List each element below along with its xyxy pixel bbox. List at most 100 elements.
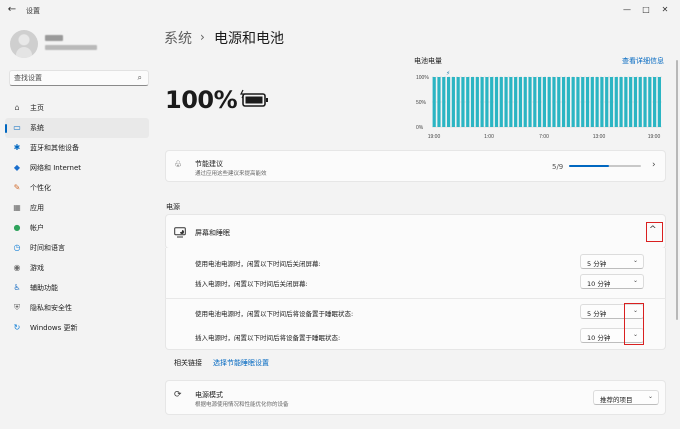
timeout-value: 10 分钟 xyxy=(587,334,611,342)
timeout-value: 10 分钟 xyxy=(587,280,611,288)
charging-bolt-icon: ⚡ xyxy=(446,70,450,77)
sidebar-item-label: 个性化 xyxy=(30,184,51,192)
minimize-button[interactable]: — xyxy=(620,3,634,17)
gaming-icon: ◉ xyxy=(13,263,21,272)
sidebar-item-label: 蓝牙和其他设备 xyxy=(30,144,79,152)
chart-bar xyxy=(451,77,455,127)
chart-bar xyxy=(571,77,575,127)
system-icon: ▭ xyxy=(13,123,21,132)
sidebar-item-label: Windows 更新 xyxy=(30,324,78,332)
power-mode-value: 推荐的项目 xyxy=(600,396,633,404)
battery-charging-icon xyxy=(240,89,268,107)
y-tick-label: 0% xyxy=(416,125,424,131)
energy-sleep-settings-link[interactable]: 选择节能睡眠设置 xyxy=(213,358,269,368)
chart-bar xyxy=(547,77,551,127)
chart-bar xyxy=(600,77,604,127)
sidebar-item-8[interactable]: ◉ 游戏 xyxy=(5,258,149,278)
highlight-box-expand xyxy=(646,222,663,242)
chart-bar xyxy=(619,77,623,127)
sidebar-item-0[interactable]: ⌂ 主页 xyxy=(5,98,149,118)
maximize-button[interactable]: □ xyxy=(639,3,653,17)
power-mode-card: ⟳ 电源模式 根据电源使用情况和性能优化你的设备 推荐的项目 ⌄ xyxy=(165,380,666,415)
chart-bar xyxy=(466,77,470,127)
sidebar-item-1[interactable]: ▭ 系统 xyxy=(5,118,149,138)
chart-bar xyxy=(518,77,523,127)
chart-bar xyxy=(552,77,556,127)
power-mode-subtitle: 根据电源使用情况和性能优化你的设备 xyxy=(195,402,289,408)
chart-bar xyxy=(653,77,657,127)
sidebar-item-label: 系统 xyxy=(30,124,44,132)
view-details-link[interactable]: 查看详细信息 xyxy=(622,56,664,66)
chart-bar xyxy=(528,77,532,127)
chart-bar xyxy=(609,77,614,127)
chart-bar xyxy=(461,77,465,127)
sidebar-item-7[interactable]: ◷ 时间和语言 xyxy=(5,238,149,258)
chevron-right-icon[interactable]: › xyxy=(652,160,656,170)
chart-bar xyxy=(514,77,518,127)
chart-bar xyxy=(638,77,642,127)
sidebar-item-3[interactable]: ◆ 网络和 Internet xyxy=(5,158,149,178)
sidebar-item-label: 时间和语言 xyxy=(30,244,65,252)
account-icon: ● xyxy=(13,223,21,232)
setting-label-2: 使用电池电源时，闲置以下时间后将设备置于睡眠状态: xyxy=(195,310,354,318)
chart-bar xyxy=(566,77,570,127)
window-title: 设置 xyxy=(26,7,40,15)
sidebar-item-2[interactable]: ✱ 蓝牙和其他设备 xyxy=(5,138,149,158)
chart-bar xyxy=(509,77,513,127)
screen-sleep-icon xyxy=(174,227,186,238)
chart-bar xyxy=(446,77,451,127)
highlight-box-sleep-dropdowns xyxy=(624,303,644,345)
battery-level-chart: 100% 50% 0% ⚡ 19:00 1:00 7:00 13:00 19:00 xyxy=(416,70,662,140)
chart-bar xyxy=(542,77,546,127)
setting-label-3: 插入电源时，闲置以下时间后将设备置于睡眠状态: xyxy=(195,334,341,342)
timeout-dropdown-1[interactable]: 10 分钟 ⌄ xyxy=(580,274,644,289)
chart-bar xyxy=(533,77,537,127)
chart-bar xyxy=(494,77,499,127)
search-box[interactable]: ⌕ xyxy=(9,70,149,86)
avatar[interactable] xyxy=(10,30,38,58)
y-tick-label: 50% xyxy=(416,100,427,106)
chevron-down-icon: ⌄ xyxy=(632,277,638,284)
sidebar-item-11[interactable]: ↻ Windows 更新 xyxy=(5,318,149,338)
y-tick-label: 100% xyxy=(416,75,429,81)
home-icon: ⌂ xyxy=(14,103,20,112)
sidebar-item-9[interactable]: ♿ 辅助功能 xyxy=(5,278,149,298)
user-name-redacted xyxy=(45,35,63,41)
close-button[interactable]: ✕ xyxy=(658,3,672,17)
screen-sleep-header[interactable]: 屏幕和睡眠 ^ xyxy=(165,214,666,249)
chart-bar xyxy=(442,77,446,127)
search-input[interactable] xyxy=(14,73,132,84)
chart-bar xyxy=(614,77,618,127)
chart-bar xyxy=(561,77,566,127)
back-arrow-icon[interactable]: ← xyxy=(5,4,19,16)
sidebar-item-10[interactable]: ⛨ 隐私和安全性 xyxy=(5,298,149,318)
sidebar-item-label: 隐私和安全性 xyxy=(30,304,72,312)
sidebar-item-label: 应用 xyxy=(30,204,44,212)
power-mode-dropdown[interactable]: 推荐的项目 ⌄ xyxy=(593,390,659,405)
chart-bar xyxy=(657,77,661,127)
screen-sleep-title: 屏幕和睡眠 xyxy=(195,229,230,237)
sidebar-item-4[interactable]: ✎ 个性化 xyxy=(5,178,149,198)
sidebar-item-6[interactable]: ● 帐户 xyxy=(5,218,149,238)
privacy-icon: ⛨ xyxy=(14,303,20,312)
search-icon[interactable]: ⌕ xyxy=(138,73,142,83)
apps-icon: ▦ xyxy=(13,203,21,212)
scrollbar[interactable] xyxy=(676,60,678,320)
chart-bar xyxy=(557,77,561,127)
chart-bar xyxy=(432,77,436,127)
energy-subtitle: 通过应用这些建议来提高能效 xyxy=(195,171,267,177)
chart-bar xyxy=(605,77,609,127)
x-tick-label: 13:00 xyxy=(593,134,606,140)
settings-divider xyxy=(165,298,666,299)
chart-bar xyxy=(485,77,489,127)
timeout-dropdown-0[interactable]: 5 分钟 ⌄ xyxy=(580,254,644,269)
setting-label-1: 插入电源时，闲置以下时间后关闭屏幕: xyxy=(195,280,308,288)
chart-bar xyxy=(595,77,599,127)
sidebar-item-5[interactable]: ▦ 应用 xyxy=(5,198,149,218)
x-tick-label: 1:00 xyxy=(484,134,494,140)
chart-bar xyxy=(581,77,585,127)
page-title: 电源和电池 xyxy=(214,31,284,47)
chart-bar xyxy=(456,77,460,127)
time-language-icon: ◷ xyxy=(13,243,21,252)
breadcrumb-parent[interactable]: 系统 xyxy=(164,28,192,48)
